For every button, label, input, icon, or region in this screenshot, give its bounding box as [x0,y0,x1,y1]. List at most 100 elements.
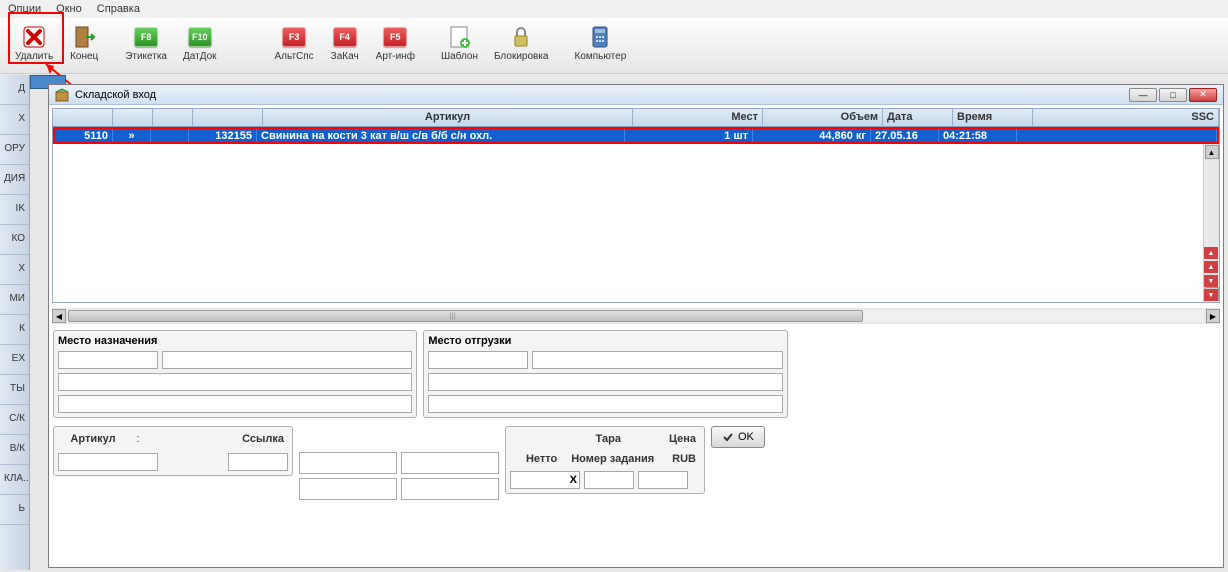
minimize-button[interactable]: — [1129,88,1157,102]
destination-title: Место назначения [58,335,412,347]
x-clear-icon[interactable]: X [570,474,577,486]
close-button[interactable]: ✕ [1189,88,1217,102]
dest-field-1[interactable] [58,351,158,369]
record-last-icon[interactable]: ▼ [1204,289,1218,301]
netto-label: Нетто [510,451,561,467]
side-tab[interactable]: Х [0,105,29,135]
maximize-button[interactable]: □ [1159,88,1187,102]
cell-arrow: » [113,129,151,142]
cell-volume: 44,860 кг [753,129,871,142]
dest-field-2[interactable] [162,351,412,369]
side-tab[interactable]: Д [0,75,29,105]
side-tab[interactable]: КЛА... [0,465,29,495]
ship-field-2[interactable] [532,351,782,369]
tare-label: Тара [592,431,625,447]
artinf-button[interactable]: F5 Арт-инф [369,22,422,70]
template-button[interactable]: Шаблон [434,22,485,70]
col-blank4[interactable] [193,109,263,126]
col-volume[interactable]: Объем [763,109,883,126]
link-field[interactable] [228,453,288,471]
grid-row-selected[interactable]: 5110 » 132155 Свинина на кости 3 кат в/ш… [53,127,1219,144]
record-first-icon[interactable]: ▲ [1204,247,1218,259]
grid-header: Артикул Мест Объем Дата Время SSC [53,109,1219,127]
scroll-left-icon[interactable]: ◀ [52,309,66,323]
cell-code: 5110 [55,129,113,142]
dest-field-4[interactable] [58,395,412,413]
mid-field-2[interactable] [401,452,499,474]
side-tab[interactable]: ОРУ [0,135,29,165]
cell-blank [151,129,189,142]
template-label: Шаблон [441,51,478,62]
colon-label: : [128,431,148,447]
mid-field-4[interactable] [401,478,499,500]
side-tab[interactable]: Х [0,255,29,285]
side-tab[interactable]: IK [0,195,29,225]
col-place[interactable]: Мест [633,109,763,126]
ship-field-1[interactable] [428,351,528,369]
side-tab[interactable]: ЕХ [0,345,29,375]
record-up-icon[interactable]: ▲ [1204,261,1218,273]
col-article[interactable]: Артикул [263,109,633,126]
menu-bar: Опции Окно Справка [0,0,1228,18]
datdok-button[interactable]: F10 ДатДок [176,22,224,70]
datdok-label: ДатДок [183,51,217,62]
task-label: Номер задания [567,451,658,467]
annotation-delete-highlight [8,12,64,64]
col-blank1[interactable] [53,109,113,126]
netto-field[interactable]: X [510,471,580,489]
col-time[interactable]: Время [953,109,1033,126]
calculator-icon [588,25,612,49]
cell-desc: Свинина на кости 3 кат в/ш с/в б/б с/н о… [257,129,625,142]
side-tab[interactable]: ДИЯ [0,165,29,195]
destination-panel: Место назначения [53,330,417,418]
grid-body[interactable]: ▲ ▼ [53,144,1219,302]
dest-field-3[interactable] [58,373,412,391]
side-tab-strip: Д Х ОРУ ДИЯ IK КО Х МИ К ЕХ ТЫ С/К В/К К… [0,75,30,570]
mid-field-3[interactable] [299,478,397,500]
side-tab[interactable]: КО [0,225,29,255]
ship-field-3[interactable] [428,373,782,391]
computer-button[interactable]: Компьютер [568,22,634,70]
exit-door-icon [72,25,96,49]
col-ssc[interactable]: SSC [1033,109,1219,126]
lock-icon [509,25,533,49]
cell-time: 04:21:58 [939,129,1017,142]
side-tab[interactable]: ТЫ [0,375,29,405]
price-field[interactable] [638,471,688,489]
zakach-label: ЗаКач [331,51,359,62]
altspc-button[interactable]: F3 АльтСпс [268,22,321,70]
f5-icon: F5 [383,25,407,49]
record-down-icon[interactable]: ▼ [1204,275,1218,287]
ship-field-4[interactable] [428,395,782,413]
record-nav: ▲ ▲ ▼ ▼ [1203,246,1219,306]
menu-help[interactable]: Справка [97,3,140,15]
scroll-thumb[interactable]: ||| [68,310,863,322]
scroll-track[interactable]: ||| [68,310,1204,322]
zakach-button[interactable]: F4 ЗаКач [323,22,367,70]
side-tab[interactable]: МИ [0,285,29,315]
scroll-right-icon[interactable]: ▶ [1206,309,1220,323]
scroll-up-icon[interactable]: ▲ [1205,145,1219,159]
col-blank3[interactable] [153,109,193,126]
currency-label: RUB [668,451,700,467]
end-label: Конец [70,51,98,62]
side-tab[interactable]: С/К [0,405,29,435]
end-button[interactable]: Конец [62,22,106,70]
data-grid: Артикул Мест Объем Дата Время SSC 5110 »… [52,108,1220,303]
block-label: Блокировка [494,51,549,62]
label-button[interactable]: F8 Этикетка [118,22,174,70]
f10-icon: F10 [188,25,212,49]
mid-field-1[interactable] [299,452,397,474]
col-date[interactable]: Дата [883,109,953,126]
ok-button[interactable]: OK [711,426,765,448]
task-field[interactable] [584,471,634,489]
check-icon [722,431,734,443]
side-tab[interactable]: В/К [0,435,29,465]
col-blank2[interactable] [113,109,153,126]
article-panel: Артикул : Ссылка [53,426,293,476]
article-field[interactable] [58,453,158,471]
side-tab[interactable]: Ь [0,495,29,525]
block-button[interactable]: Блокировка [487,22,556,70]
horizontal-scrollbar[interactable]: ◀ ||| ▶ [52,308,1220,324]
side-tab[interactable]: К [0,315,29,345]
